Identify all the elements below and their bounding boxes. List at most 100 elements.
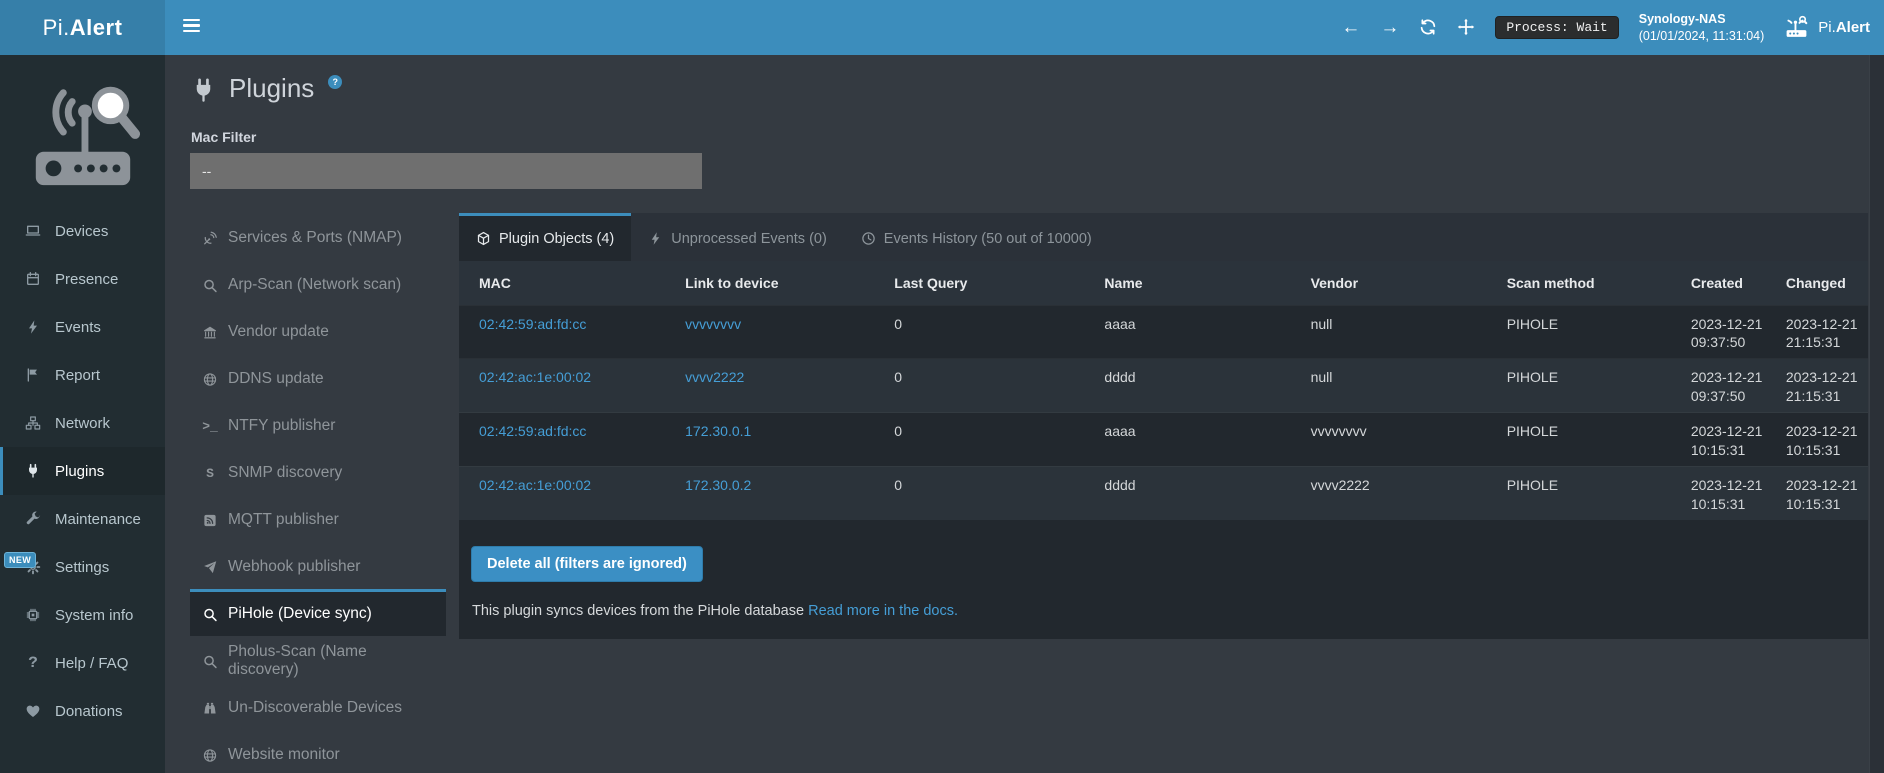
cell-created: 2023-12-21 10:15:31	[1683, 466, 1778, 519]
plugin-nav-item-services-ports-nmap[interactable]: Services & Ports (NMAP)	[190, 213, 446, 260]
changed-value: 2023-12-21 21:15:31	[1786, 369, 1858, 404]
sidebar-menu: Devices Presence Events ReportNetworkPlugin…	[0, 207, 165, 735]
sidebar-item-devices[interactable]: Devices	[0, 207, 165, 255]
sidebar-toggle-icon[interactable]	[183, 16, 200, 40]
label: MQTT publisher	[228, 511, 339, 529]
globe-icon	[201, 748, 219, 763]
plugin-nav-item-pholus-scan-name-discovery[interactable]: Pholus-Scan (Name discovery)	[190, 636, 446, 683]
cell-mac: 02:42:ac:1e:00:02	[459, 359, 677, 413]
plugin-nav-item-mqtt-publisher[interactable]: MQTT publisher	[190, 495, 446, 542]
vendor-value: vvvv2222	[1311, 477, 1370, 493]
plugin-nav-item-ddns-update[interactable]: DDNS update	[190, 354, 446, 401]
flag-icon	[24, 367, 42, 383]
sidebar-item-report[interactable]: Report	[0, 351, 165, 399]
link-link[interactable]: 172.30.0.1	[685, 423, 751, 439]
chip-icon	[24, 607, 42, 623]
search-icon	[201, 278, 219, 293]
plugin-nav-item-webhook-publisher[interactable]: Webhook publisher	[190, 542, 446, 589]
fullscreen-move-icon[interactable]	[1457, 18, 1475, 38]
plugin-nav-item-ntfy-publisher[interactable]: >_NTFY publisher	[190, 401, 446, 448]
host-name: Synology-NAS	[1639, 11, 1765, 28]
plugin-tabs: Plugin Objects (4) Unprocessed Events (0)…	[459, 213, 1868, 261]
plugin-nav-item-arp-scan-network-scan[interactable]: Arp-Scan (Network scan)	[190, 260, 446, 307]
cell-scan-method: PIHOLE	[1499, 466, 1683, 519]
tab-plugin-objects-4[interactable]: Plugin Objects (4)	[459, 213, 631, 261]
sidebar-item-donations[interactable]: Donations	[0, 687, 165, 735]
brand-prefix: Pi.	[43, 15, 70, 41]
forward-arrow-icon[interactable]: →	[1380, 18, 1399, 37]
page-header: Plugins ?	[190, 73, 1868, 115]
plugin-nav-item-website-monitor[interactable]: Website monitor	[190, 730, 446, 773]
sidebar-item-help-faq[interactable]: ?Help / FAQ	[0, 639, 165, 687]
help-badge[interactable]: ?	[328, 75, 342, 89]
table-row: 02:42:ac:1e:00:02vvvv22220ddddnullPIHOLE…	[459, 359, 1868, 413]
cell-link: 172.30.0.2	[677, 466, 886, 519]
label: Webhook publisher	[228, 558, 360, 576]
search-icon	[201, 654, 219, 669]
name-value: dddd	[1104, 477, 1135, 493]
mac-link[interactable]: 02:42:59:ad:fd:cc	[479, 423, 586, 439]
name-value: aaaa	[1104, 423, 1135, 439]
table-header-row: MACLink to deviceLast QueryNameVendorSca…	[459, 261, 1868, 305]
delete-all-button[interactable]: Delete all (filters are ignored)	[471, 546, 703, 582]
column-header-link-to-device: Link to device	[677, 261, 886, 305]
plugin-nav-item-vendor-update[interactable]: Vendor update	[190, 307, 446, 354]
app-name-prefix: Pi.	[1818, 19, 1836, 36]
stripe-s-icon: S	[201, 466, 219, 481]
search-icon	[201, 607, 219, 622]
tab-unprocessed-events-0[interactable]: Unprocessed Events (0)	[631, 213, 844, 261]
created-value: 2023-12-21 10:15:31	[1691, 423, 1763, 458]
process-status-badge: Process: Wait	[1495, 16, 1618, 39]
sidebar-item-system-info[interactable]: System info	[0, 591, 165, 639]
mac-link[interactable]: 02:42:ac:1e:00:02	[479, 369, 591, 385]
plugin-note-text: This plugin syncs devices from the PiHol…	[472, 603, 804, 619]
cell-created: 2023-12-21 09:37:50	[1683, 359, 1778, 413]
cube-icon	[476, 231, 491, 246]
last_query-value: 0	[894, 369, 902, 385]
scan_method-value: PIHOLE	[1507, 369, 1558, 385]
sidebar-item-presence[interactable]: Presence	[0, 255, 165, 303]
sidebar-item-events[interactable]: Events	[0, 303, 165, 351]
app-link[interactable]: Pi.Alert	[1784, 15, 1870, 40]
column-header-vendor: Vendor	[1303, 261, 1499, 305]
plugin-nav-item-pihole-device-sync[interactable]: PiHole (Device sync)	[190, 589, 446, 636]
docs-link[interactable]: Read more in the docs.	[808, 603, 958, 619]
column-header-last-query: Last Query	[886, 261, 1096, 305]
mac-link[interactable]: 02:42:ac:1e:00:02	[479, 477, 591, 493]
sidebar-item-network[interactable]: Network	[0, 399, 165, 447]
scrollbar-track[interactable]	[1869, 55, 1884, 773]
cell-last-query: 0	[886, 305, 1096, 359]
label: Vendor update	[228, 323, 329, 341]
app-logo[interactable]: Pi.Alert	[0, 0, 165, 55]
created-value: 2023-12-21 09:37:50	[1691, 316, 1763, 351]
column-header-name: Name	[1096, 261, 1302, 305]
label: Events	[55, 319, 101, 336]
plugin-nav-item-snmp-discovery[interactable]: SSNMP discovery	[190, 448, 446, 495]
label: Plugin Objects (4)	[499, 231, 614, 247]
cell-changed: 2023-12-21 21:15:31	[1778, 359, 1868, 413]
binoculars-icon	[201, 701, 219, 716]
label: Presence	[55, 271, 118, 288]
refresh-icon[interactable]	[1419, 18, 1437, 38]
mac-filter-input[interactable]	[190, 153, 702, 189]
link-link[interactable]: vvvvvvvv	[685, 316, 741, 332]
page-title: Plugins	[229, 73, 314, 104]
link-link[interactable]: vvvv2222	[685, 369, 744, 385]
tab-events-history-50-out-of-10000[interactable]: Events History (50 out of 10000)	[844, 213, 1109, 261]
label: Devices	[55, 223, 108, 240]
mac-link[interactable]: 02:42:59:ad:fd:cc	[479, 316, 586, 332]
back-arrow-icon[interactable]: ←	[1341, 18, 1360, 37]
sidebar-item-plugins[interactable]: Plugins	[0, 447, 165, 495]
link-link[interactable]: 172.30.0.2	[685, 477, 751, 493]
sidebar-item-maintenance[interactable]: Maintenance	[0, 495, 165, 543]
plugin-nav-item-un-discoverable-devices[interactable]: Un-Discoverable Devices	[190, 683, 446, 730]
cell-scan-method: PIHOLE	[1499, 413, 1683, 467]
scan_method-value: PIHOLE	[1507, 316, 1558, 332]
label: DDNS update	[228, 370, 324, 388]
label: Events History (50 out of 10000)	[884, 231, 1092, 247]
column-header-scan-method: Scan method	[1499, 261, 1683, 305]
name-value: aaaa	[1104, 316, 1135, 332]
label: Donations	[55, 703, 123, 720]
host-datetime: (01/01/2024, 11:31:04)	[1639, 28, 1765, 45]
cell-scan-method: PIHOLE	[1499, 305, 1683, 359]
